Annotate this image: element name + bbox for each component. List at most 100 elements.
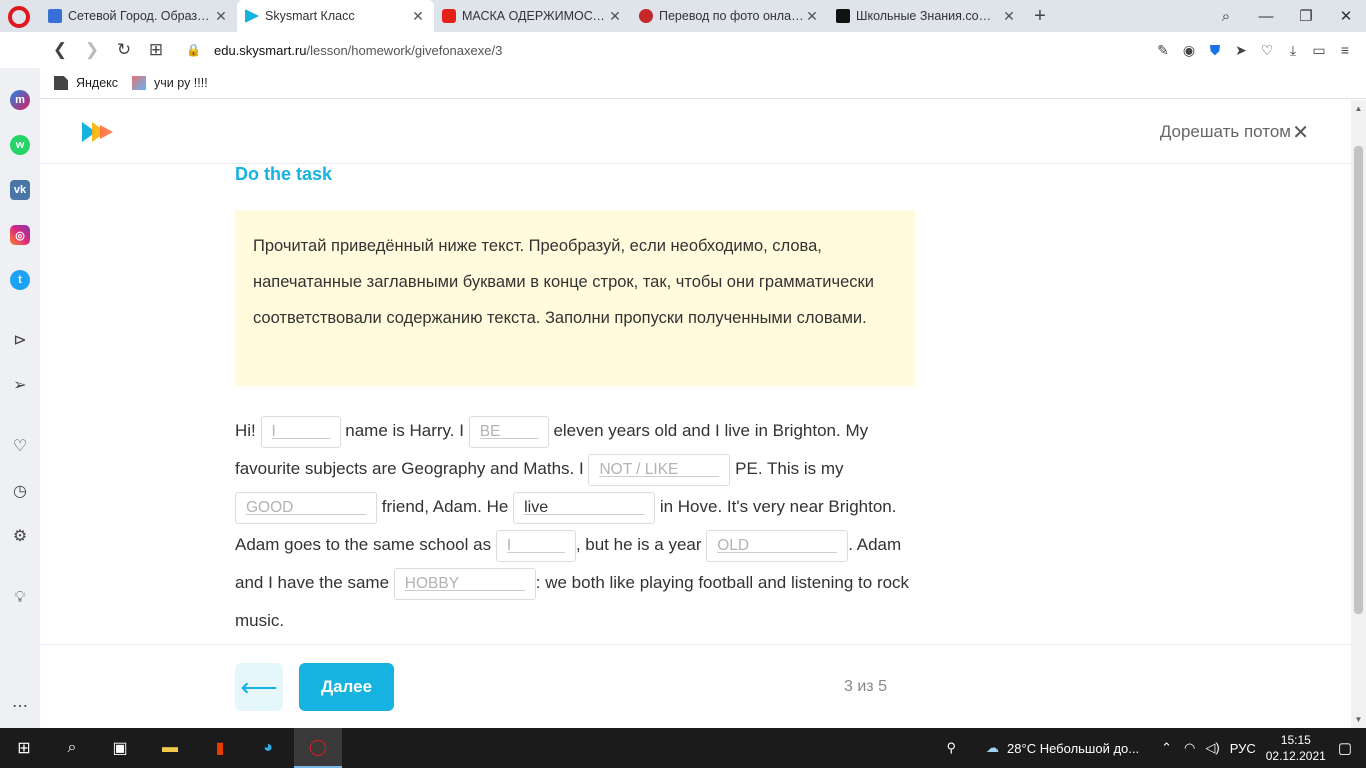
more-icon[interactable]: ⋯: [10, 696, 30, 716]
close-window-icon[interactable]: ✕: [1326, 7, 1366, 25]
heart-icon[interactable]: ♡: [10, 436, 30, 456]
opera-taskbar-icon[interactable]: ◯: [294, 728, 342, 768]
new-tab-button[interactable]: +: [1025, 0, 1055, 32]
gap-input-4[interactable]: GOOD: [235, 491, 377, 524]
page-scrollbar[interactable]: ▲ ▼: [1351, 100, 1366, 728]
speed-dial-icon[interactable]: ⊞: [140, 40, 172, 60]
task-view-icon[interactable]: ▣: [96, 728, 144, 768]
tab-close-icon[interactable]: ✕: [1001, 8, 1017, 25]
bookmark-label: учи ру !!!!: [154, 76, 208, 90]
close-icon[interactable]: ✕: [1292, 120, 1309, 145]
twitter-icon[interactable]: t: [10, 270, 30, 290]
people-icon[interactable]: ⚲: [947, 740, 957, 756]
send-icon[interactable]: ➢: [10, 375, 30, 395]
gap-input-3[interactable]: NOT / LIKE: [588, 453, 731, 486]
gap-input-2[interactable]: BE: [468, 415, 549, 448]
search-icon[interactable]: ⌕: [48, 728, 96, 768]
bookmarks-bar: Яндекс учи ру !!!!: [40, 68, 1366, 99]
search-tabs-icon[interactable]: ⌕: [1206, 8, 1246, 25]
minimize-icon[interactable]: —: [1246, 8, 1286, 25]
tab-favicon-icon: [245, 9, 259, 23]
url-field[interactable]: edu.skysmart.ru/lesson/homework/givefona…: [214, 43, 502, 58]
camera-icon[interactable]: ◉: [1176, 42, 1202, 59]
back-icon[interactable]: ❮: [44, 40, 76, 60]
scroll-down-icon[interactable]: ▼: [1351, 715, 1366, 724]
bookmark-uchi-ru[interactable]: учи ру !!!!: [132, 76, 208, 90]
edit-icon[interactable]: ✎: [1150, 42, 1176, 59]
menu-icon[interactable]: ≡: [1332, 42, 1358, 58]
tab-close-icon[interactable]: ✕: [607, 8, 623, 25]
next-button[interactable]: Далее: [299, 663, 394, 711]
whatsapp-icon[interactable]: w: [10, 135, 30, 155]
gap-input-8[interactable]: HOBBY: [393, 567, 536, 600]
bookmark-yandex[interactable]: Яндекс: [54, 76, 118, 90]
instruction-text: Прочитай приведённый ниже текст. Преобра…: [253, 237, 874, 327]
tab-translate[interactable]: Перевод по фото онлайн ✕: [631, 0, 828, 32]
chevron-up-icon[interactable]: ⌃: [1161, 740, 1172, 756]
tab-znania[interactable]: Школьные Знания.com - Р ✕: [828, 0, 1025, 32]
clock-time: 15:15: [1280, 733, 1311, 747]
player-icon[interactable]: ⊳: [10, 330, 30, 350]
weather-icon[interactable]: ☁: [986, 740, 999, 756]
gap-input-6[interactable]: I: [495, 529, 576, 562]
forward-icon[interactable]: ❯: [76, 40, 108, 60]
tab-favicon-icon: [639, 9, 653, 23]
history-icon[interactable]: ◷: [10, 481, 30, 501]
file-explorer-icon[interactable]: ▬: [146, 728, 194, 768]
instruction-box: Прочитай приведённый ниже текст. Преобра…: [235, 210, 915, 386]
previous-button[interactable]: ⟵: [235, 663, 283, 711]
opera-menu-icon[interactable]: [8, 6, 30, 28]
settings-icon[interactable]: ⚙: [10, 526, 30, 546]
tab-close-icon[interactable]: ✕: [213, 8, 229, 25]
text-segment: PE. This is my: [735, 459, 844, 478]
tab-close-icon[interactable]: ✕: [410, 8, 426, 25]
scrollbar-thumb[interactable]: [1354, 146, 1363, 614]
gap-input-5[interactable]: live: [513, 491, 656, 524]
gap-input-1[interactable]: I: [260, 415, 341, 448]
tab-close-icon[interactable]: ✕: [804, 8, 820, 25]
tab-setevoy-gorod[interactable]: Сетевой Город. Образова ✕: [40, 0, 237, 32]
lock-icon[interactable]: 🔒: [186, 43, 201, 57]
tab-strip: Сетевой Город. Образова ✕ Skysmart Класс…: [40, 0, 1055, 32]
tab-title: МАСКА ОДЕРЖИМОСТИ: [462, 9, 607, 23]
restore-icon[interactable]: ❐: [1286, 7, 1326, 25]
tab-youtube[interactable]: МАСКА ОДЕРЖИМОСТИ ✕: [434, 0, 631, 32]
skysmart-logo-icon[interactable]: [80, 120, 116, 144]
reload-icon[interactable]: ↻: [108, 40, 140, 60]
heart-icon[interactable]: ♡: [1254, 42, 1280, 59]
vk-icon[interactable]: vk: [10, 180, 30, 200]
battery-icon[interactable]: ▭: [1306, 42, 1332, 59]
bookmark-label: Яндекс: [76, 76, 119, 90]
solve-later-link[interactable]: Дорешать потом: [1160, 122, 1291, 142]
page-footer: ⟵ Далее 3 из 5: [40, 644, 1351, 728]
volume-icon[interactable]: ◁): [1205, 740, 1219, 756]
windows-start-icon[interactable]: ⊞: [0, 728, 48, 768]
instagram-icon[interactable]: ◎: [10, 225, 30, 245]
opera-sidebar: m w vk ◎ t ⊳ ➢ ♡ ◷ ⚙ 💡︎ ⋯: [0, 68, 40, 728]
address-actions: ✎ ◉ ⛊ ➤ ♡ ⤓ ▭ ≡: [1150, 32, 1358, 68]
address-bar: ❮ ❯ ↻ ⊞ 🔒 edu.skysmart.ru/lesson/homewor…: [0, 32, 1366, 68]
download-icon[interactable]: ⤓: [1280, 42, 1306, 59]
notifications-icon[interactable]: ▢: [1338, 739, 1352, 757]
task-title: Do the task: [235, 164, 333, 184]
send-icon[interactable]: ➤: [1228, 42, 1254, 59]
tab-title: Сетевой Город. Образова: [68, 9, 213, 23]
shield-icon[interactable]: ⛊: [1202, 42, 1228, 59]
tab-skysmart[interactable]: Skysmart Класс ✕: [237, 0, 434, 32]
network-icon[interactable]: ◠: [1184, 740, 1195, 756]
tab-title: Skysmart Класс: [265, 9, 355, 23]
clock[interactable]: 15:15 02.12.2021: [1266, 732, 1326, 764]
weather-text[interactable]: 28°C Небольшой до...: [1007, 741, 1139, 756]
lightbulb-icon[interactable]: 💡︎: [10, 588, 30, 608]
tab-favicon-icon: [48, 9, 62, 23]
gap-input-7[interactable]: OLD: [706, 529, 849, 562]
scroll-up-icon[interactable]: ▲: [1351, 104, 1366, 113]
text-segment: Hi!: [235, 421, 256, 440]
office-icon[interactable]: ▮: [196, 728, 244, 768]
messenger-icon[interactable]: m: [10, 90, 30, 110]
exercise-text: Hi! I name is Harry. I BE eleven years o…: [235, 412, 915, 640]
edge-icon[interactable]: ◕: [244, 728, 292, 768]
bookmark-image-icon: [132, 76, 147, 90]
url-path: /lesson/homework/givefonaxexe/3: [306, 42, 503, 58]
language-indicator[interactable]: РУС: [1230, 741, 1256, 756]
